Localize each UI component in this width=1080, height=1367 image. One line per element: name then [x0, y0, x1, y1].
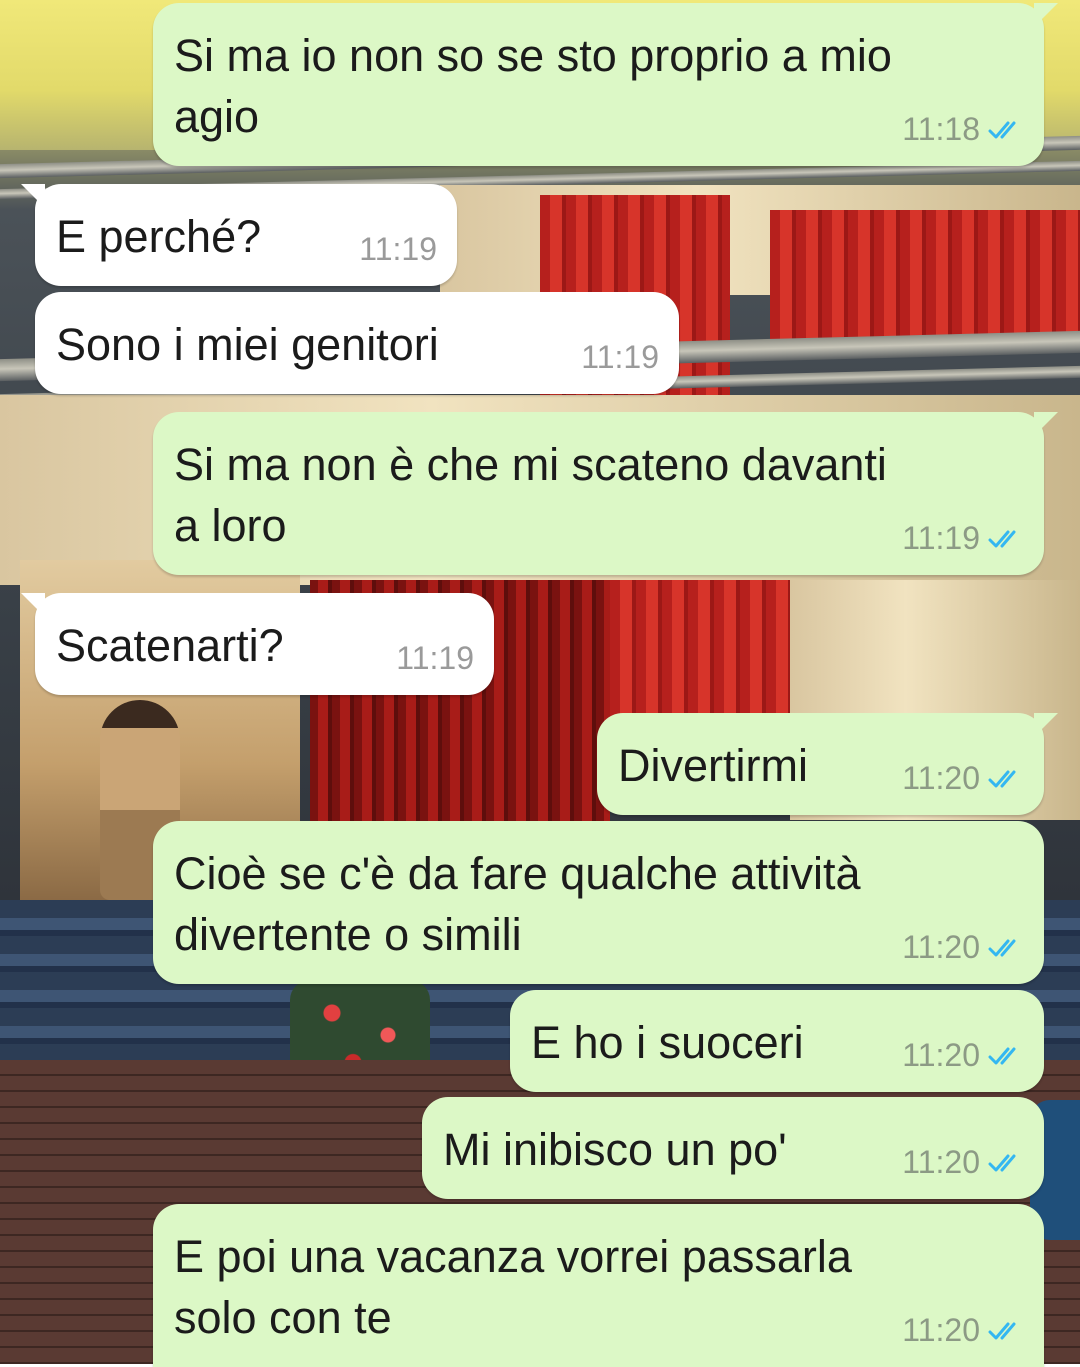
- message-incoming[interactable]: Scatenarti? 11:19: [21, 593, 494, 695]
- message-list[interactable]: Si ma io non so se sto proprio a mio agi…: [0, 0, 1080, 1367]
- message-time: 11:20: [902, 760, 980, 796]
- message-meta: 11:19: [581, 339, 659, 376]
- message-time: 11:19: [396, 640, 474, 676]
- message-time: 11:19: [359, 231, 437, 267]
- bubble-tail: [1034, 412, 1058, 436]
- message-text: Scatenarti?: [56, 620, 284, 671]
- bubble-tail: [1034, 3, 1058, 27]
- message-meta: 11:20: [902, 1312, 1026, 1349]
- message-text: Si ma non è che mi scateno davanti a lor…: [174, 439, 900, 551]
- message-text: Mi inibisco un po': [443, 1124, 787, 1175]
- message-meta: 11:19: [359, 231, 437, 268]
- message-text: E poi una vacanza vorrei passarla solo c…: [174, 1231, 865, 1343]
- message-time: 11:20: [902, 929, 980, 965]
- message-meta: 11:20: [902, 1037, 1026, 1074]
- message-text: Si ma io non so se sto proprio a mio agi…: [174, 30, 905, 142]
- message-meta: 11:20: [902, 1144, 1026, 1181]
- read-double-tick-icon: [988, 939, 1016, 956]
- read-double-tick-icon: [988, 530, 1016, 547]
- message-time: 11:20: [902, 1037, 980, 1073]
- message-time: 11:20: [902, 1312, 980, 1348]
- read-double-tick-icon: [988, 1322, 1016, 1339]
- message-time: 11:19: [581, 339, 659, 375]
- bubble-tail: [21, 184, 45, 208]
- message-meta: 11:19: [396, 640, 474, 677]
- message-outgoing[interactable]: E ho i suoceri 11:20: [510, 990, 1044, 1092]
- read-double-tick-icon: [988, 1154, 1016, 1171]
- message-time: 11:18: [902, 111, 980, 147]
- message-text: E perché?: [56, 211, 262, 262]
- message-time: 11:20: [902, 1144, 980, 1180]
- message-incoming[interactable]: E perché? 11:19: [21, 184, 457, 286]
- message-meta: 11:20: [902, 760, 1026, 797]
- message-outgoing[interactable]: Divertirmi 11:20: [597, 713, 1058, 815]
- message-meta: 11:18: [902, 111, 1026, 148]
- read-double-tick-icon: [988, 1047, 1016, 1064]
- bubble-tail: [21, 593, 45, 617]
- bubble-tail: [1034, 713, 1058, 737]
- message-outgoing[interactable]: E poi una vacanza vorrei passarla solo c…: [153, 1204, 1044, 1367]
- read-double-tick-icon: [988, 770, 1016, 787]
- message-meta: 11:20: [902, 929, 1026, 966]
- message-text: Divertirmi: [618, 740, 808, 791]
- message-meta: 11:19: [902, 520, 1026, 557]
- message-outgoing[interactable]: Si ma io non so se sto proprio a mio agi…: [153, 3, 1058, 166]
- read-double-tick-icon: [988, 121, 1016, 138]
- message-text: Cioè se c'è da fare qualche attività div…: [174, 848, 874, 960]
- message-text: E ho i suoceri: [531, 1017, 804, 1068]
- message-time: 11:19: [902, 520, 980, 556]
- message-outgoing[interactable]: Cioè se c'è da fare qualche attività div…: [153, 821, 1044, 984]
- message-outgoing[interactable]: Mi inibisco un po' 11:20: [422, 1097, 1044, 1199]
- message-text: Sono i miei genitori: [56, 319, 439, 370]
- message-outgoing[interactable]: Si ma non è che mi scateno davanti a lor…: [153, 412, 1058, 575]
- message-incoming[interactable]: Sono i miei genitori 11:19: [35, 292, 679, 394]
